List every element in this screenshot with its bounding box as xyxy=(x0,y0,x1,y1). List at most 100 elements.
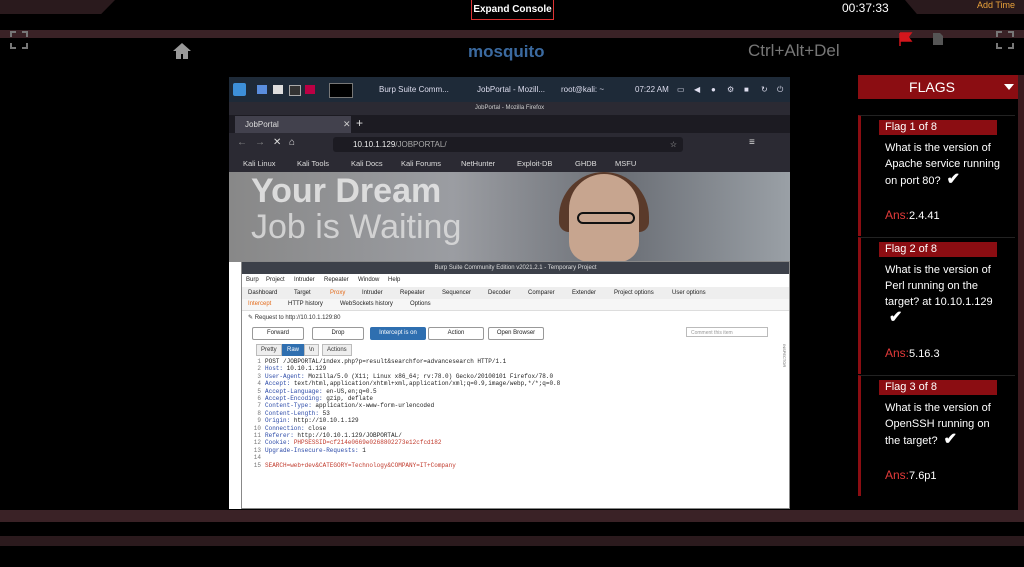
flag-title: Flag 3 of 8 xyxy=(879,380,997,395)
actions-dropdown[interactable]: Actions xyxy=(322,344,352,356)
flag-card: Flag 1 of 8 What is the version of Apach… xyxy=(858,115,1015,236)
tab-proxy[interactable]: Proxy xyxy=(330,290,345,296)
add-time-link[interactable]: Add Time xyxy=(977,0,1015,10)
forward-button[interactable]: Forward xyxy=(252,327,304,340)
menu-icon[interactable]: ≡ xyxy=(749,137,755,148)
request-editor[interactable]: 1 POST /JOBPORTAL/index.php?p=result&sear… xyxy=(252,358,777,504)
header-value: text/html,application/xhtml+xml,applicat… xyxy=(290,380,561,388)
tab-project-options[interactable]: Project options xyxy=(614,290,654,296)
subtab-http-history[interactable]: HTTP history xyxy=(288,301,323,307)
comment-field[interactable]: Comment this item xyxy=(686,327,768,337)
burp-menu-item[interactable]: Help xyxy=(388,277,400,283)
bookmark-item[interactable]: Kali Linux xyxy=(243,159,276,168)
new-tab-icon[interactable]: + xyxy=(356,116,363,130)
flag-icon[interactable] xyxy=(898,32,914,46)
monitor-icon[interactable]: ▭ xyxy=(677,85,685,94)
url-bar[interactable]: 10.10.1.129/JOBPORTAL/ ☆ xyxy=(333,137,683,152)
url-path: /JOBPORTAL/ xyxy=(395,140,447,149)
firefox-tab[interactable]: JobPortal ✕ xyxy=(235,116,351,133)
home-icon[interactable] xyxy=(172,42,192,60)
request-line: 7 Content-Type: application/x-www-form-ur… xyxy=(252,402,777,409)
power-icon[interactable]: ⏻ xyxy=(777,85,783,95)
bookmark-item[interactable]: Kali Docs xyxy=(351,159,383,168)
lock-icon[interactable]: ■ xyxy=(744,85,749,94)
bookmark-item[interactable]: Kali Tools xyxy=(297,159,329,168)
header-value: 10.10.1.129 xyxy=(283,365,327,373)
bookmark-star-icon[interactable]: ☆ xyxy=(670,137,677,152)
flag-question: What is the version of Perl running on t… xyxy=(885,262,1005,327)
kali-menu-icon[interactable] xyxy=(233,83,246,96)
tab-dashboard[interactable]: Dashboard xyxy=(248,290,277,296)
tab-repeater[interactable]: Repeater xyxy=(400,290,425,296)
burp-menu-item[interactable]: Intruder xyxy=(294,277,315,283)
forward-icon[interactable]: → xyxy=(255,137,265,148)
workspace-preview[interactable] xyxy=(329,83,353,98)
tab-sequencer[interactable]: Sequencer xyxy=(442,290,471,296)
line-number: 1 xyxy=(257,358,261,365)
raw-toggle[interactable]: Raw xyxy=(282,344,305,356)
line-number: 6 xyxy=(257,395,261,403)
burp-menu-item[interactable]: Burp xyxy=(246,277,259,283)
volume-icon[interactable]: ◀ xyxy=(694,85,700,94)
inspector-panel-label[interactable]: INSPECTOR xyxy=(777,344,787,494)
header-key: User-Agent: xyxy=(265,372,305,380)
burp-suite-window[interactable]: Burp Suite Community Edition v2021.2.1 -… xyxy=(241,261,790,509)
bookmark-item[interactable]: MSFU xyxy=(615,159,636,168)
terminal-icon[interactable] xyxy=(289,85,301,96)
request-line: 12 Cookie: PHPSESSID=cf214e0669e026880227… xyxy=(252,439,777,446)
tab-target[interactable]: Target xyxy=(294,290,311,296)
intercept-toggle-button[interactable]: Intercept is on xyxy=(370,327,426,340)
expand-console-button[interactable]: Expand Console xyxy=(471,0,554,20)
bookmark-item[interactable]: NetHunter xyxy=(461,159,495,168)
burp-menu-item[interactable]: Project xyxy=(266,277,285,283)
taskbar-firefox[interactable]: JobPortal - Mozill... xyxy=(477,85,545,94)
header-key: Origin: xyxy=(265,417,291,425)
bookmark-item[interactable]: Kali Forums xyxy=(401,159,441,168)
tab-decoder[interactable]: Decoder xyxy=(488,290,511,296)
taskbar-burp[interactable]: Burp Suite Comm... xyxy=(379,85,449,94)
burp-menu-item[interactable]: Window xyxy=(358,277,379,283)
tab-comparer[interactable]: Comparer xyxy=(528,290,555,296)
bookmark-item[interactable]: Exploit-DB xyxy=(517,159,552,168)
close-icon[interactable]: ✕ xyxy=(343,116,351,133)
header-value: 1 xyxy=(358,446,366,454)
flags-header[interactable]: FLAGS xyxy=(858,75,1018,99)
bookmark-item[interactable]: GHDB xyxy=(575,159,597,168)
ctrl-alt-del-button[interactable]: Ctrl+Alt+Del xyxy=(748,41,840,61)
flag-question: What is the version of Apache service ru… xyxy=(885,140,1005,189)
taskbar-terminal[interactable]: root@kali: ~ xyxy=(561,85,604,94)
workspace-icon[interactable] xyxy=(257,85,267,94)
vm-screen[interactable]: Burp Suite Comm... JobPortal - Mozill...… xyxy=(229,77,790,509)
fullscreen-icon[interactable] xyxy=(996,31,1014,49)
home-page-icon[interactable]: ⌂ xyxy=(289,137,295,148)
tab-extender[interactable]: Extender xyxy=(572,290,596,296)
request-line: 15 SEARCH=web+dev&CATEGORY=Technology&COM… xyxy=(252,462,777,469)
drop-button[interactable]: Drop xyxy=(312,327,364,340)
network-icon[interactable]: ⚙ xyxy=(727,85,734,94)
header-key: Accept-Encoding: xyxy=(265,395,323,403)
action-button[interactable]: Action xyxy=(428,327,484,340)
subtab-websockets-history[interactable]: WebSockets history xyxy=(340,301,393,307)
stop-icon[interactable]: ✕ xyxy=(273,137,281,148)
notification-icon[interactable]: ● xyxy=(711,85,716,94)
hero-heading: Your Dream xyxy=(251,172,442,210)
subtab-intercept[interactable]: Intercept xyxy=(248,301,271,307)
files-icon[interactable] xyxy=(273,85,283,94)
answer-label: Ans: xyxy=(885,208,910,222)
subtab-options[interactable]: Options xyxy=(410,301,431,307)
app-icon[interactable] xyxy=(305,85,315,94)
tab-intruder[interactable]: Intruder xyxy=(362,290,383,296)
document-icon[interactable] xyxy=(932,32,944,46)
chevron-down-icon[interactable] xyxy=(1004,84,1014,90)
newline-toggle[interactable]: \n xyxy=(304,344,320,356)
burp-menu-item[interactable]: Repeater xyxy=(324,277,349,283)
pretty-toggle[interactable]: Pretty xyxy=(256,344,282,356)
fullscreen-left-icon[interactable] xyxy=(10,31,28,49)
hero-photo-glasses xyxy=(577,212,635,224)
open-browser-button[interactable]: Open Browser xyxy=(488,327,544,340)
header-key: Content-Length: xyxy=(265,409,320,417)
line-number: 12 xyxy=(253,439,261,447)
back-icon[interactable]: ← xyxy=(237,137,247,148)
tab-user-options[interactable]: User options xyxy=(672,290,706,296)
refresh-icon[interactable]: ↻ xyxy=(761,85,768,94)
